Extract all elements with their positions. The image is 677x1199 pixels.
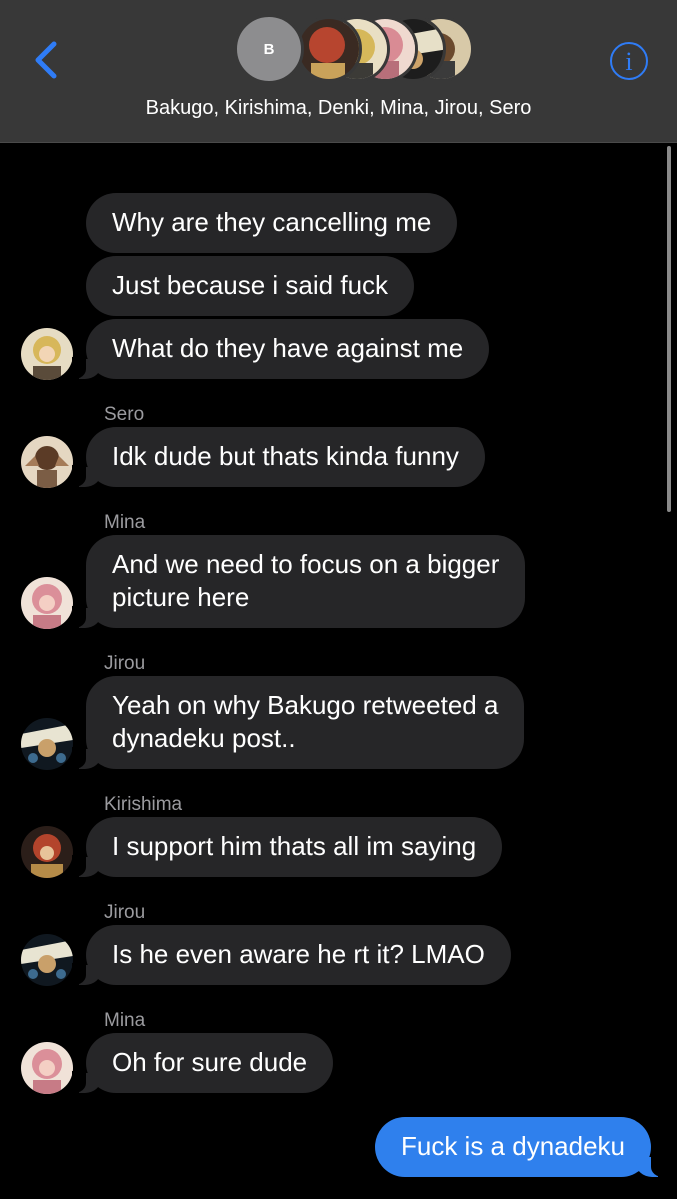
message-bubble[interactable]: What do they have against me <box>71 319 490 379</box>
avatar-jirou[interactable] <box>21 934 73 986</box>
message-bubble[interactable]: Idk dude but thats kinda funny <box>72 427 485 487</box>
message-text: Is he even aware he rt it? LMAO <box>112 939 485 969</box>
message-bubble[interactable]: Just because i said fuck <box>86 256 415 316</box>
message-bubble[interactable]: Why are they cancelling me <box>86 193 458 253</box>
group-initial-text: B <box>263 41 275 58</box>
member-avatar-kirishima <box>296 16 362 82</box>
message-text: Why are they cancelling me <box>112 207 432 237</box>
message-text: Fuck is a dynadeku <box>400 1131 625 1161</box>
sender-name: Jirou <box>104 653 146 674</box>
message-text-line: dynadeku post.. <box>112 723 296 753</box>
group-avatar-initial: B <box>234 14 304 84</box>
avatar-mina[interactable] <box>21 577 73 629</box>
scrollbar[interactable] <box>667 146 671 512</box>
avatar-kirishima[interactable] <box>21 826 73 878</box>
message-text: Just because i said fuck <box>112 270 389 300</box>
message-bubble[interactable]: I support him thats all im saying <box>71 817 503 877</box>
message-text: Oh for sure dude <box>112 1047 308 1077</box>
message-text-line: picture here <box>112 582 250 612</box>
message-text: Idk dude but thats kinda funny <box>112 441 459 471</box>
group-avatar-stack[interactable]: B <box>230 10 474 88</box>
avatar-jirou[interactable] <box>21 718 73 770</box>
message-bubble[interactable]: Is he even aware he rt it? LMAO <box>72 925 511 985</box>
avatar-mina[interactable] <box>21 1042 73 1094</box>
info-button[interactable]: i <box>610 42 648 80</box>
sender-name: Jirou <box>104 902 146 923</box>
message-text-line: Yeah on why Bakugo retweeted a <box>112 690 499 720</box>
info-icon: i <box>625 47 633 76</box>
group-members-title[interactable]: Bakugo, Kirishima, Denki, Mina, Jirou, S… <box>0 97 677 120</box>
avatar-sero[interactable] <box>21 436 73 488</box>
message-bubble[interactable]: And we need to focus on a bigger picture… <box>71 535 526 628</box>
conversation-header: B Bakugo, Kirishima, Denki, Mina, Jirou,… <box>0 0 677 143</box>
sender-name: Mina <box>104 512 146 533</box>
message-text: I support him thats all im saying <box>112 831 477 861</box>
sender-name: Kirishima <box>104 794 183 815</box>
outgoing-message-bubble[interactable]: Fuck is a dynadeku <box>374 1117 666 1177</box>
back-button[interactable] <box>28 38 68 82</box>
chevron-left-icon <box>35 41 57 79</box>
sender-name: Mina <box>104 1010 146 1031</box>
avatar-denki[interactable] <box>21 328 73 380</box>
message-text-line: And we need to focus on a bigger <box>112 549 500 579</box>
message-bubble[interactable]: Yeah on why Bakugo retweeted a dynadeku … <box>71 676 525 769</box>
message-text: What do they have against me <box>112 333 464 363</box>
message-bubble[interactable]: Oh for sure dude <box>71 1033 334 1093</box>
sender-name: Sero <box>104 404 145 425</box>
